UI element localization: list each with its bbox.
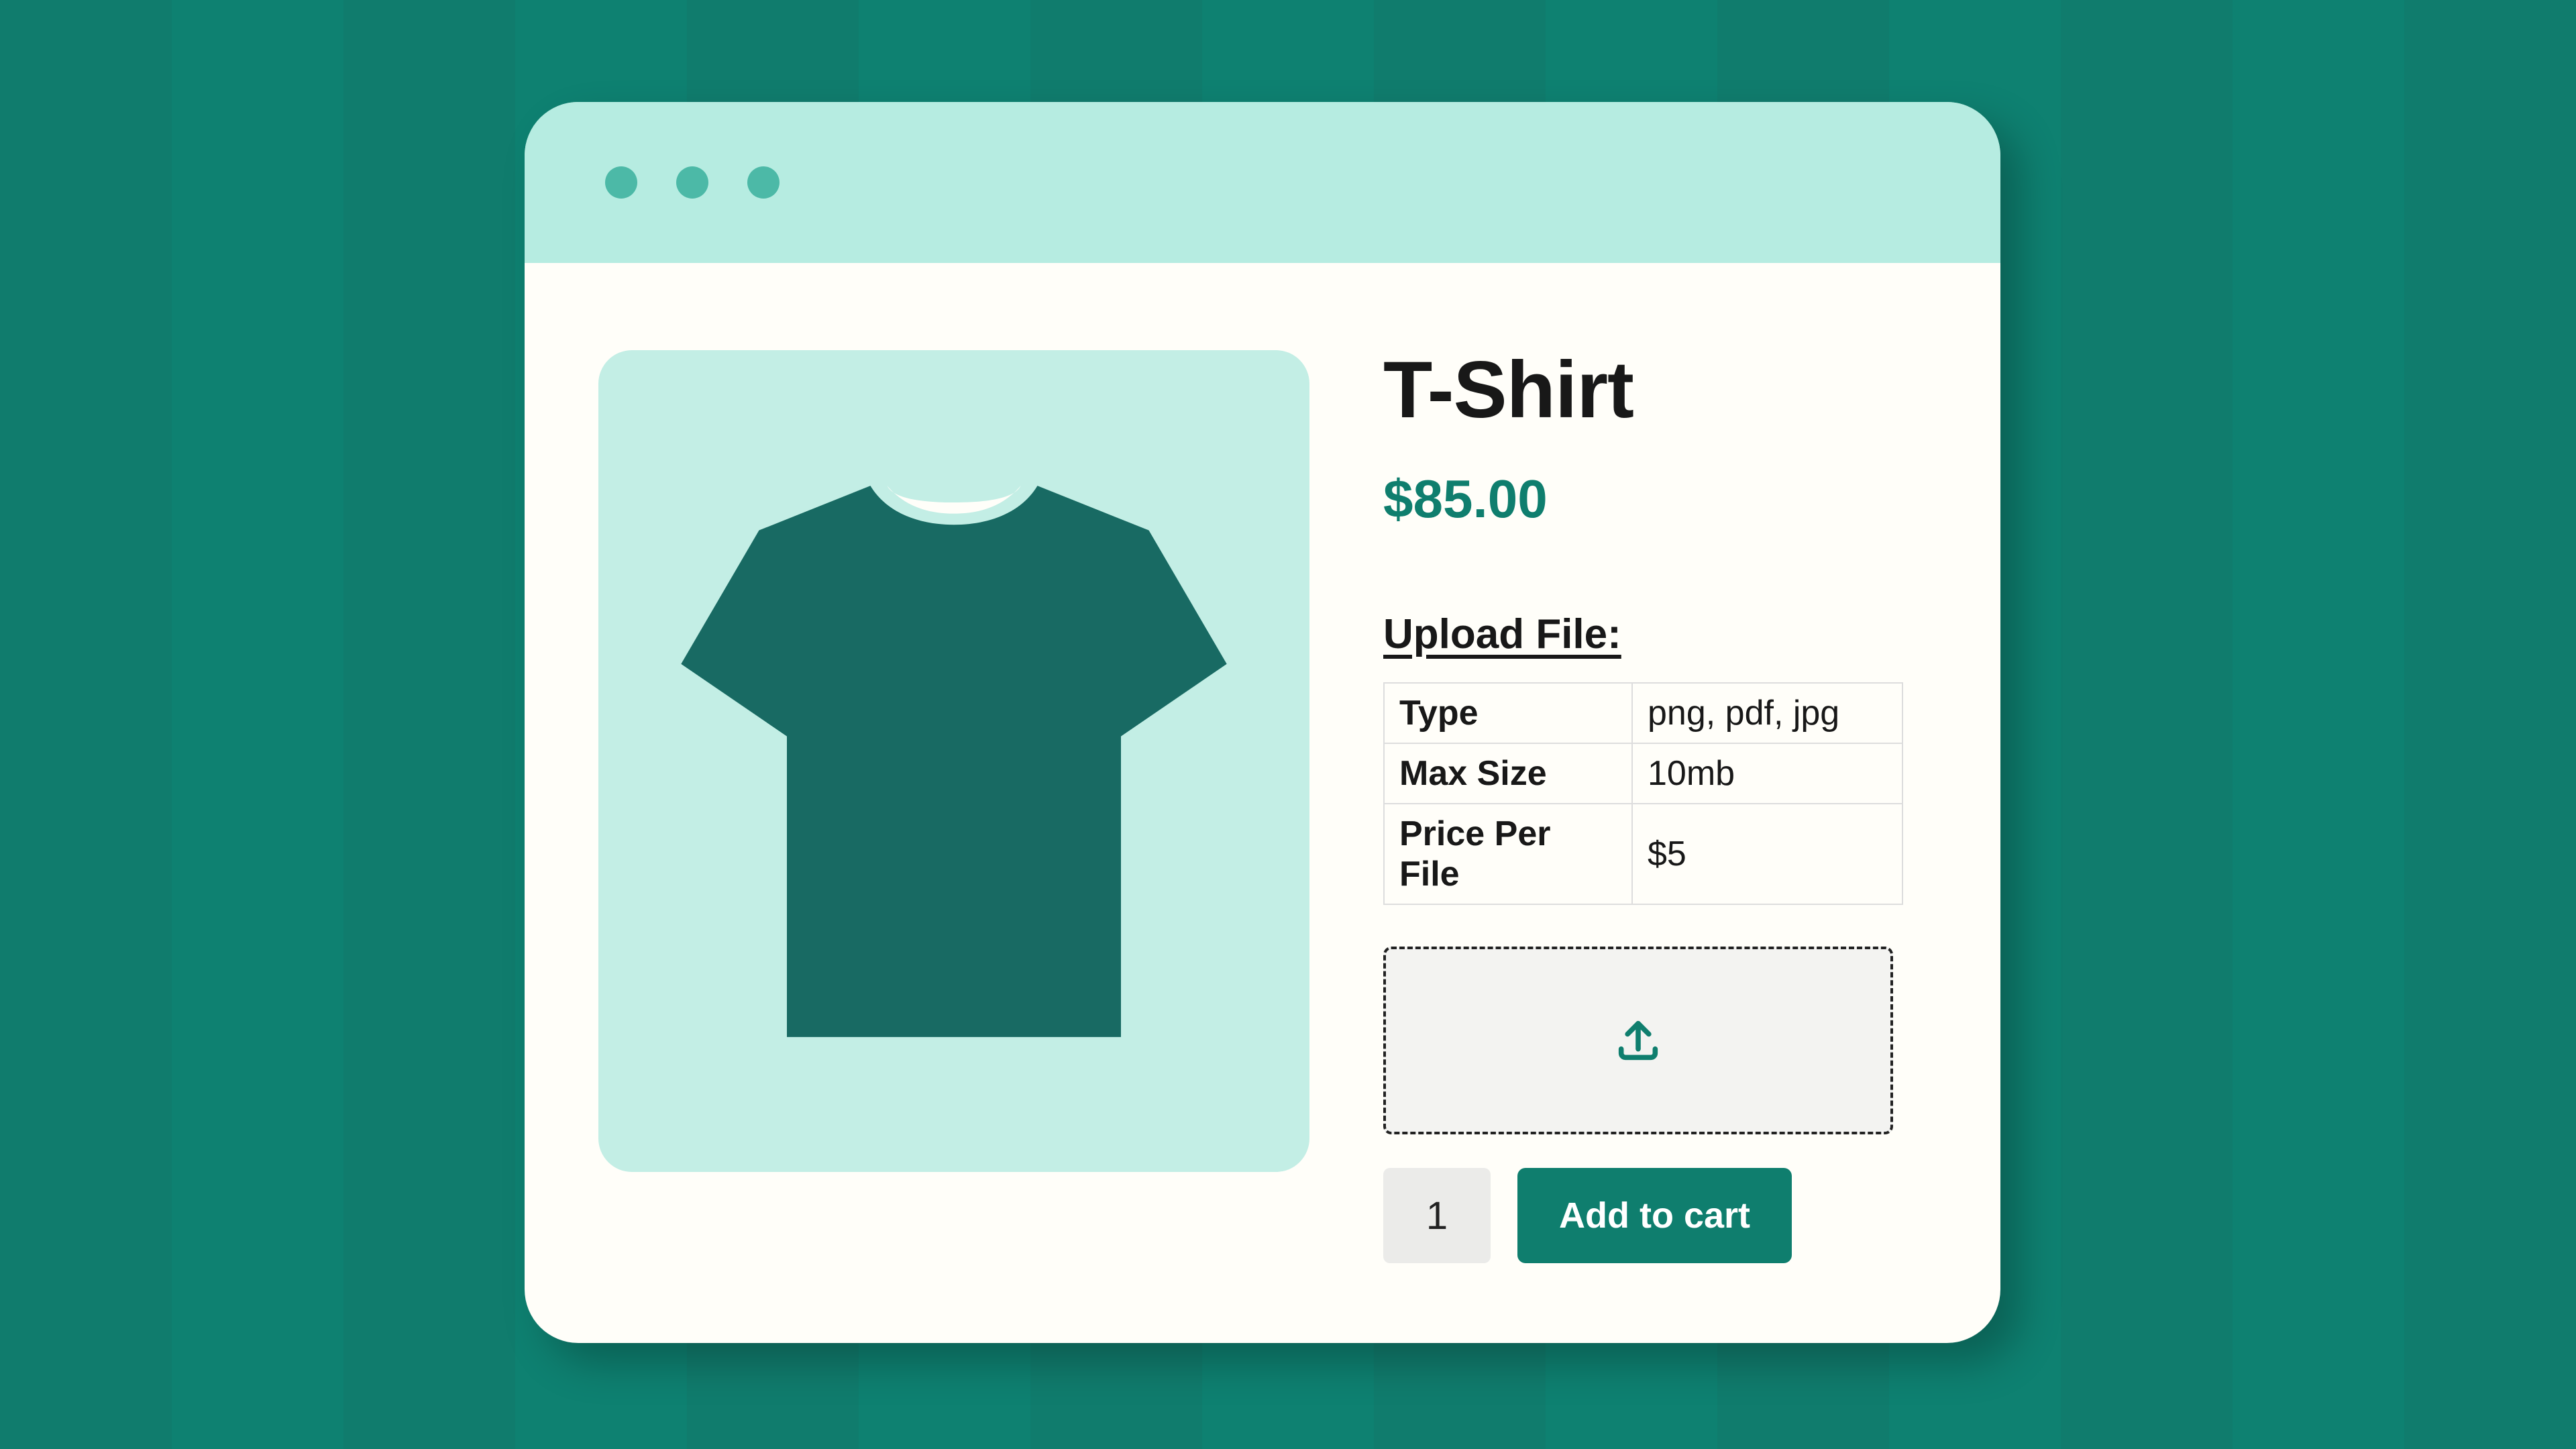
upload-icon bbox=[1613, 1015, 1664, 1066]
quantity-input[interactable] bbox=[1383, 1168, 1491, 1263]
spec-value: 10mb bbox=[1632, 743, 1902, 804]
tshirt-icon bbox=[676, 466, 1232, 1057]
traffic-light-minimize[interactable] bbox=[676, 166, 708, 199]
traffic-light-close[interactable] bbox=[605, 166, 637, 199]
product-price: $85.00 bbox=[1383, 468, 1933, 530]
spec-value: png, pdf, jpg bbox=[1632, 683, 1902, 743]
table-row: Max Size 10mb bbox=[1384, 743, 1902, 804]
traffic-light-maximize[interactable] bbox=[747, 166, 780, 199]
spec-label: Max Size bbox=[1384, 743, 1632, 804]
browser-window: T-Shirt $85.00 Upload File: Type png, pd… bbox=[525, 102, 2000, 1343]
product-image bbox=[598, 350, 1309, 1172]
file-upload-dropzone[interactable] bbox=[1383, 947, 1893, 1134]
product-title: T-Shirt bbox=[1383, 343, 1933, 436]
product-page: T-Shirt $85.00 Upload File: Type png, pd… bbox=[525, 263, 2000, 1343]
upload-specs-table: Type png, pdf, jpg Max Size 10mb Price P… bbox=[1383, 682, 1903, 905]
spec-value: $5 bbox=[1632, 804, 1902, 904]
table-row: Type png, pdf, jpg bbox=[1384, 683, 1902, 743]
spec-label: Price Per File bbox=[1384, 804, 1632, 904]
add-to-cart-button[interactable]: Add to cart bbox=[1517, 1168, 1792, 1263]
spec-label: Type bbox=[1384, 683, 1632, 743]
window-titlebar bbox=[525, 102, 2000, 263]
table-row: Price Per File $5 bbox=[1384, 804, 1902, 904]
upload-heading: Upload File: bbox=[1383, 610, 1933, 658]
